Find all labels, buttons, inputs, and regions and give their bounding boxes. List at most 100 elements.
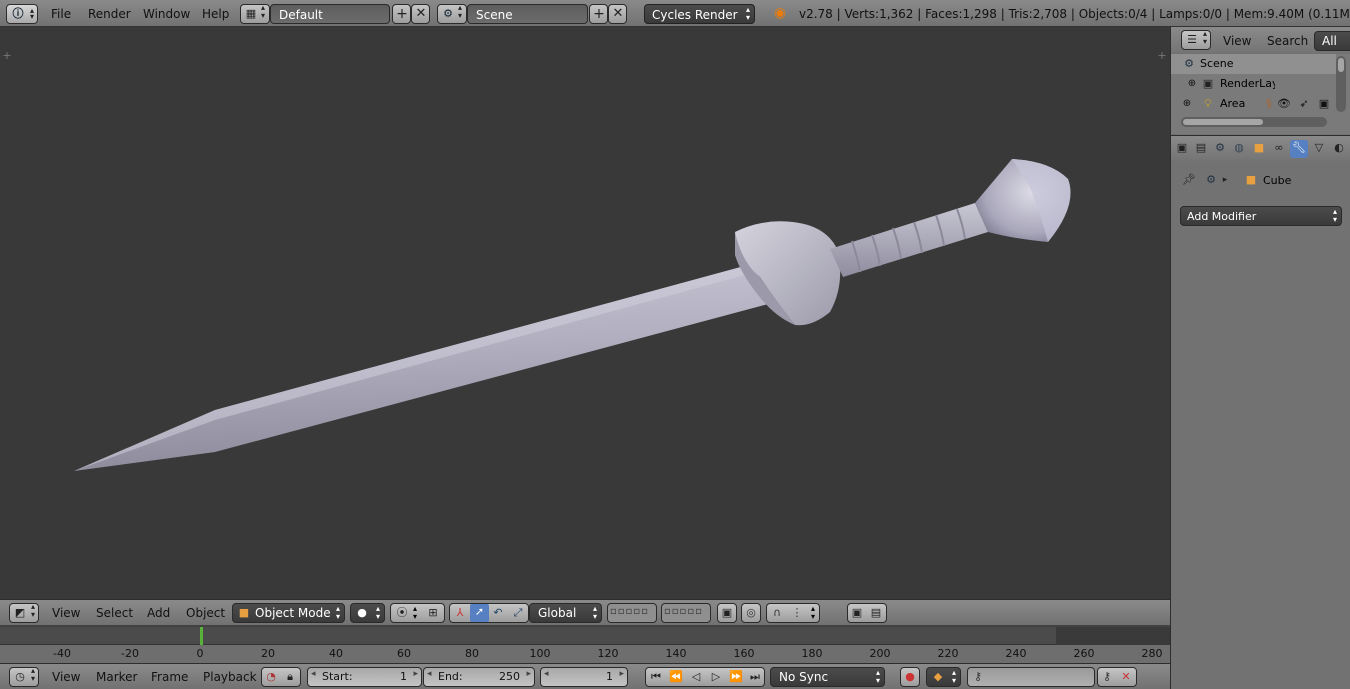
- sword-model[interactable]: [0, 27, 1170, 599]
- horizontal-scrollbar[interactable]: [1181, 117, 1327, 127]
- menu-add[interactable]: Add: [147, 606, 170, 620]
- play-icon[interactable]: ▷: [707, 669, 725, 685]
- end-frame-field[interactable]: ◂ End: 250 ▸: [423, 667, 535, 687]
- jump-start-icon[interactable]: ⏮: [647, 669, 665, 685]
- menu-file[interactable]: File: [51, 7, 71, 21]
- screen-layout-switch[interactable]: ▦ ▴ ▾: [240, 4, 270, 24]
- scale-manipulator-icon[interactable]: ⤢: [510, 605, 526, 621]
- pin-icon[interactable]: 📌︎: [1181, 172, 1197, 188]
- menu-select[interactable]: Select: [96, 606, 133, 620]
- mode-dropdown[interactable]: ■ Object Mode ▴ ▾: [232, 603, 345, 623]
- tick-label: 220: [937, 647, 959, 660]
- pivot-point-dropdown[interactable]: ⦿ ▴ ▾ ⊞: [390, 603, 445, 623]
- current-frame-field[interactable]: ◂ 1 ▸: [540, 667, 628, 687]
- scrollbar-thumb[interactable]: [1183, 119, 1263, 125]
- blender-logo-icon: ◉: [773, 5, 787, 21]
- delete-scene-button[interactable]: ✕: [608, 4, 627, 24]
- expand-plus-icon[interactable]: ⊕: [1181, 96, 1193, 112]
- preview-range-group[interactable]: ◔ 🔒︎: [261, 667, 301, 687]
- auto-keying-button[interactable]: ●: [900, 667, 920, 687]
- outliner-row-renderlayers[interactable]: ⊕ ▣ RenderLay: [1171, 74, 1336, 94]
- object-tab-icon[interactable]: ■: [1250, 140, 1268, 158]
- vertical-scrollbar[interactable]: [1336, 56, 1346, 112]
- render-layers-tab-icon[interactable]: ▤: [1192, 140, 1210, 158]
- mode-label: Object Mode: [255, 606, 331, 620]
- outliner-row-scene[interactable]: ⚙ Scene: [1171, 54, 1336, 74]
- add-scene-button[interactable]: +: [589, 4, 608, 24]
- current-frame-marker[interactable]: [200, 627, 203, 645]
- editor-type-switch[interactable]: ☰ ▴ ▾: [1181, 30, 1211, 50]
- render-buttons[interactable]: ▣ ▤: [847, 603, 887, 623]
- menu-view[interactable]: View: [52, 670, 80, 684]
- camera-render-icon[interactable]: ▣: [1316, 96, 1332, 112]
- jump-end-icon[interactable]: ⏭: [746, 669, 764, 685]
- editor-type-switch[interactable]: ⓘ ▴ ▾: [6, 4, 38, 24]
- material-tab-icon[interactable]: ◐: [1330, 140, 1348, 158]
- start-frame-field[interactable]: ◂ Start: 1 ▸: [307, 667, 422, 687]
- transform-orientation-dropdown[interactable]: Global ▴ ▾: [529, 603, 602, 623]
- add-layout-button[interactable]: +: [392, 4, 411, 24]
- expand-plus-icon[interactable]: ⊕: [1186, 76, 1198, 92]
- menu-frame[interactable]: Frame: [151, 670, 188, 684]
- cursor-select-icon[interactable]: ➶: [1296, 96, 1312, 112]
- menu-window[interactable]: Window: [143, 7, 190, 21]
- eye-icon[interactable]: 👁︎: [1276, 96, 1292, 112]
- sync-dropdown[interactable]: No Sync ▴ ▾: [770, 667, 885, 687]
- 3d-viewport[interactable]: + +: [0, 27, 1170, 599]
- screen-layout-field[interactable]: Default: [270, 4, 390, 24]
- keying-mode-dropdown[interactable]: ◆ ▴ ▾: [926, 667, 961, 687]
- key-icon: ⚷: [973, 670, 983, 683]
- next-keyframe-icon[interactable]: ⏩: [727, 669, 745, 685]
- proportional-edit-button[interactable]: ◎: [741, 603, 761, 623]
- play-reverse-icon[interactable]: ◁: [687, 669, 705, 685]
- keying-set-field[interactable]: ⚷: [967, 667, 1095, 687]
- manipulator-toggle-icon[interactable]: ⅄: [452, 605, 468, 621]
- render-engine-dropdown[interactable]: Cycles Render ▴ ▾: [644, 4, 755, 24]
- chevron-right-icon: ▸: [1222, 175, 1228, 185]
- menu-view[interactable]: View: [52, 606, 80, 620]
- start-frame-value: 1: [400, 670, 407, 683]
- scene-field[interactable]: Scene: [467, 4, 588, 24]
- menu-render[interactable]: Render: [88, 7, 131, 21]
- editor-type-switch[interactable]: ◩ ▴ ▾: [9, 603, 39, 623]
- translate-manipulator-icon[interactable]: ➚: [470, 604, 489, 622]
- modifiers-tab-icon[interactable]: 🔧︎: [1290, 140, 1308, 158]
- menu-view[interactable]: View: [1223, 34, 1251, 48]
- prev-keyframe-icon[interactable]: ⏪: [667, 669, 685, 685]
- tick-label: -40: [53, 647, 71, 660]
- constraints-tab-icon[interactable]: ∞: [1270, 140, 1288, 158]
- menu-help[interactable]: Help: [202, 7, 229, 21]
- timeline-keyframe-strip[interactable]: [0, 627, 1170, 645]
- add-modifier-dropdown[interactable]: Add Modifier ▴ ▾: [1180, 206, 1342, 226]
- world-tab-icon[interactable]: ◍: [1230, 140, 1248, 158]
- menu-search[interactable]: Search: [1267, 34, 1308, 48]
- scene-tab-icon[interactable]: ⚙: [1211, 140, 1229, 158]
- scrollbar-thumb[interactable]: [1338, 58, 1344, 72]
- outliner-row-area-lamp[interactable]: ⊕ 💡︎ Area § 👁︎ ➶ ▣: [1171, 94, 1336, 114]
- timeline[interactable]: -40 -20 0 20 40 60 80 100 120 140 160 18…: [0, 625, 1170, 663]
- menu-object[interactable]: Object: [186, 606, 225, 620]
- scene-switch[interactable]: ⚙ ▴ ▾: [437, 4, 467, 24]
- sword-grip: [830, 203, 988, 277]
- insert-keyframe-icon[interactable]: ⚷: [1099, 669, 1115, 685]
- layer-buttons-2[interactable]: ▫▫▫▫▫: [661, 603, 711, 623]
- proportional-icon: ◎: [746, 606, 756, 619]
- lock-camera-button[interactable]: ▣: [717, 603, 737, 623]
- render-tab-icon[interactable]: ▣: [1173, 140, 1191, 158]
- layer-buttons-1[interactable]: ▫▫▫▫▫: [607, 603, 657, 623]
- delete-keyframe-icon[interactable]: ✕: [1118, 669, 1134, 685]
- rotate-manipulator-icon[interactable]: ↶: [490, 605, 506, 621]
- editor-type-switch[interactable]: ◷ ▴ ▾: [9, 667, 39, 687]
- lock-icon: 🔒︎: [287, 670, 293, 683]
- viewport-shading-dropdown[interactable]: ● ▴ ▾: [350, 603, 385, 623]
- out-of-range-region: [1056, 627, 1170, 645]
- menu-playback[interactable]: Playback: [203, 670, 257, 684]
- display-mode-dropdown[interactable]: All Sc: [1314, 31, 1350, 51]
- arrow-left-icon: ◂: [544, 669, 549, 679]
- preview-range-icon: ◔: [266, 670, 276, 683]
- delete-layout-button[interactable]: ✕: [411, 4, 430, 24]
- menu-marker[interactable]: Marker: [96, 670, 137, 684]
- timeline-ruler[interactable]: -40 -20 0 20 40 60 80 100 120 140 160 18…: [0, 645, 1170, 663]
- data-tab-icon[interactable]: ▽: [1310, 140, 1328, 158]
- snap-group[interactable]: ∩ ⋮ ▴ ▾: [766, 603, 820, 623]
